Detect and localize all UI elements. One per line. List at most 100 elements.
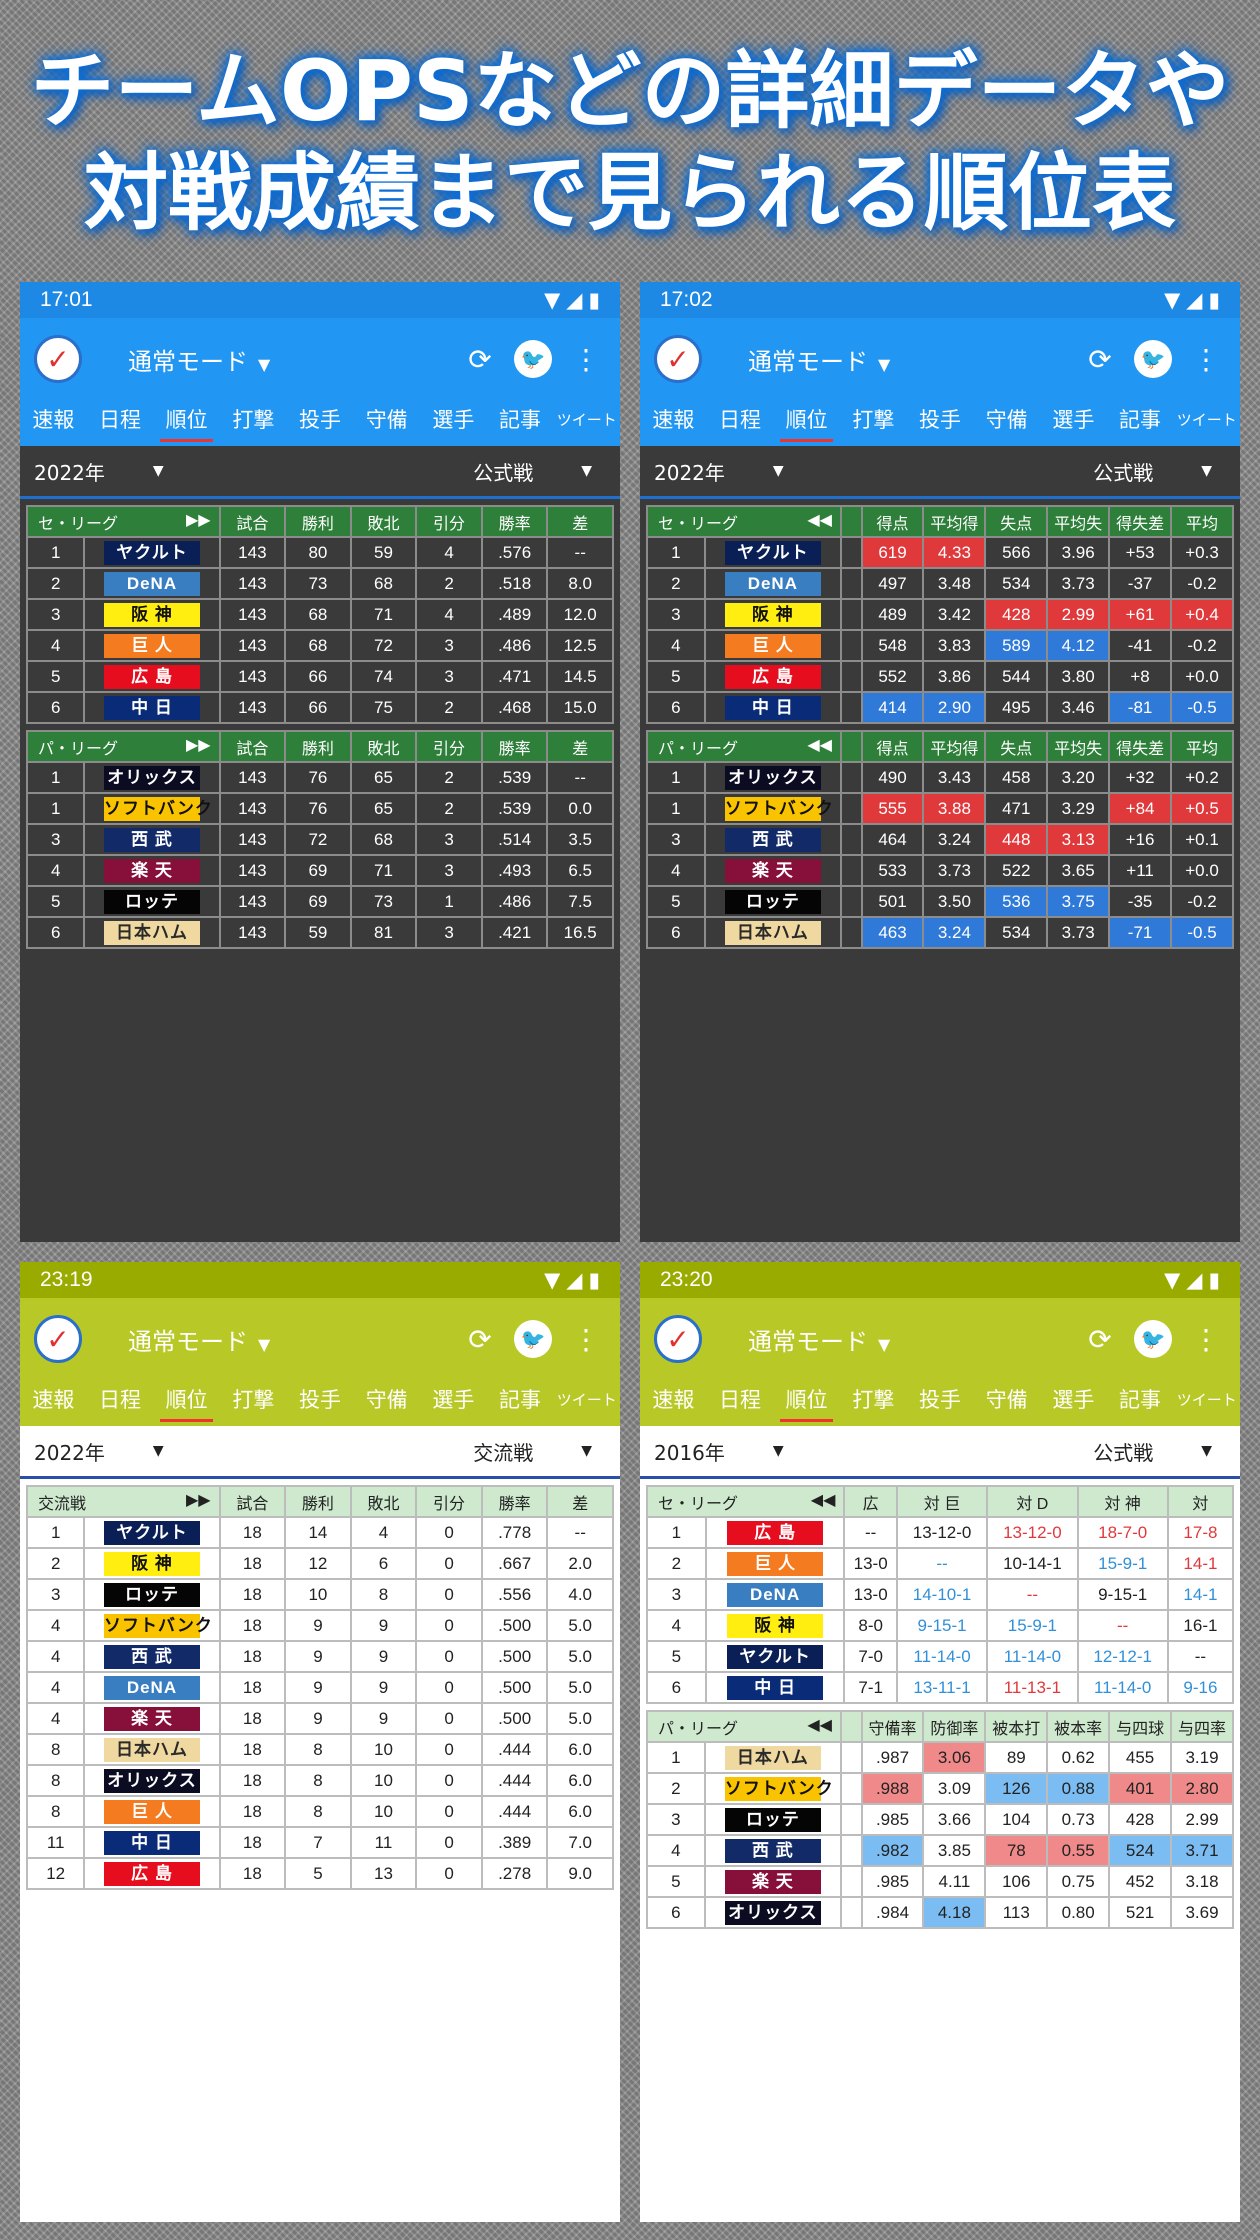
table-row[interactable]: 5 ロッテ 501 3.50 536 3.75 -35 -0.2 bbox=[646, 885, 1234, 918]
column-header[interactable]: 勝率 bbox=[480, 730, 549, 763]
team-cell[interactable]: 日本ハム bbox=[83, 1733, 221, 1766]
scroll-nav-button[interactable]: ◀◀ bbox=[807, 510, 832, 530]
mode-selector[interactable]: 通常モード ▼ bbox=[128, 342, 278, 377]
mode-selector[interactable]: 通常モード ▼ bbox=[748, 1322, 898, 1357]
table-row[interactable]: 5 ヤクルト 7-0 11-14-0 11-14-0 12-12-1 -- bbox=[646, 1640, 1235, 1673]
team-cell[interactable]: 巨 人 bbox=[704, 1547, 846, 1580]
team-cell[interactable]: 楽 天 bbox=[703, 854, 842, 887]
table-row[interactable]: 3 ロッテ .985 3.66 104 0.73 428 2.99 bbox=[646, 1803, 1234, 1836]
team-cell[interactable]: ソフトバンク bbox=[703, 1772, 842, 1805]
table-row[interactable]: 6 中 日 143 66 75 2.468 15.0 bbox=[25, 691, 614, 724]
column-header[interactable]: 平均失 bbox=[1046, 730, 1111, 763]
team-cell[interactable]: DeNA bbox=[83, 567, 221, 600]
team-cell[interactable]: 日本ハム bbox=[703, 916, 842, 949]
table-row[interactable]: 2 DeNA 143 73 68 2.518 8.0 bbox=[25, 567, 614, 600]
column-header[interactable]: 与四率 bbox=[1170, 1710, 1234, 1743]
tab-2[interactable]: 順位 bbox=[153, 1380, 220, 1426]
table-row[interactable]: 2 巨 人 13-0 -- 10-14-1 15-9-1 14-1 bbox=[646, 1547, 1235, 1580]
more-menu-icon[interactable]: ⋮ bbox=[1186, 339, 1226, 379]
column-header[interactable]: 得点 bbox=[860, 505, 925, 538]
tab-5[interactable]: 守備 bbox=[973, 1380, 1040, 1426]
table-row[interactable]: 4 DeNA 18 9 9 0.500 5.0 bbox=[25, 1671, 614, 1704]
scroll-nav-button[interactable]: ◀◀ bbox=[807, 735, 832, 755]
table-row[interactable]: 6 中 日 414 2.90 495 3.46 -81 -0.5 bbox=[646, 691, 1234, 724]
category-select[interactable]: 交流戦 ▼ bbox=[473, 1437, 592, 1466]
table-row[interactable]: 4 西 武 .982 3.85 78 0.55 524 3.71 bbox=[646, 1834, 1234, 1867]
tab-7[interactable]: 記事 bbox=[487, 400, 554, 446]
table-row[interactable]: 6 日本ハム 143 59 81 3.421 16.5 bbox=[25, 916, 614, 949]
more-menu-icon[interactable]: ⋮ bbox=[566, 339, 606, 379]
tab-2[interactable]: 順位 bbox=[773, 400, 840, 446]
team-cell[interactable]: 中 日 bbox=[83, 1826, 221, 1859]
table-row[interactable]: 11 中 日 18 7 11 0.389 7.0 bbox=[25, 1826, 614, 1859]
team-cell[interactable]: DeNA bbox=[703, 567, 842, 600]
tab-8[interactable]: ツイート bbox=[1173, 1380, 1240, 1426]
tab-2[interactable]: 順位 bbox=[153, 400, 220, 446]
tab-4[interactable]: 投手 bbox=[907, 1380, 974, 1426]
table-row[interactable]: 2 阪 神 18 12 6 0.667 2.0 bbox=[25, 1547, 614, 1580]
team-cell[interactable]: ヤクルト bbox=[83, 536, 221, 569]
column-header[interactable]: 対 巨 bbox=[895, 1485, 989, 1518]
column-header[interactable]: 広 bbox=[843, 1485, 898, 1518]
column-header[interactable]: 引分 bbox=[415, 505, 483, 538]
refresh-icon[interactable]: ⟳ bbox=[1080, 1319, 1120, 1359]
team-cell[interactable]: ソフトバンク bbox=[703, 792, 842, 825]
team-cell[interactable]: DeNA bbox=[83, 1671, 221, 1704]
column-header[interactable]: 平均得 bbox=[922, 730, 987, 763]
tab-6[interactable]: 選手 bbox=[420, 1380, 487, 1426]
table-row[interactable]: 1 オリックス 143 76 65 2.539 -- bbox=[25, 761, 614, 794]
team-cell[interactable]: 広 島 bbox=[703, 660, 842, 693]
column-header[interactable]: 勝率 bbox=[480, 1485, 549, 1518]
team-cell[interactable]: 中 日 bbox=[703, 691, 842, 724]
column-header[interactable]: 引分 bbox=[415, 730, 483, 763]
tab-6[interactable]: 選手 bbox=[1040, 1380, 1107, 1426]
table-row[interactable]: 1 ソフトバンク 143 76 65 2.539 0.0 bbox=[25, 792, 614, 825]
table-row[interactable]: 4 楽 天 143 69 71 3.493 6.5 bbox=[25, 854, 614, 887]
team-cell[interactable]: 巨 人 bbox=[83, 1795, 221, 1828]
table-row[interactable]: 5 楽 天 .985 4.11 106 0.75 452 3.18 bbox=[646, 1865, 1234, 1898]
table-row[interactable]: 4西 武 18 9 9 0.500 5.0 bbox=[25, 1640, 614, 1673]
table-row[interactable]: 4 巨 人 548 3.83 589 4.12 -41 -0.2 bbox=[646, 629, 1234, 662]
category-select[interactable]: 公式戦 ▼ bbox=[1093, 457, 1212, 486]
column-header[interactable]: 被本打 bbox=[984, 1710, 1049, 1743]
team-cell[interactable]: 阪 神 bbox=[83, 1547, 221, 1580]
app-logo-icon[interactable]: ✓ bbox=[34, 335, 82, 383]
table-row[interactable]: 6 オリックス .984 4.18 113 0.80 521 3.69 bbox=[646, 1896, 1234, 1929]
team-cell[interactable]: ロッテ bbox=[83, 1578, 221, 1611]
team-cell[interactable]: ヤクルト bbox=[704, 1640, 846, 1673]
column-header[interactable]: 試合 bbox=[218, 505, 287, 538]
refresh-icon[interactable]: ⟳ bbox=[460, 1319, 500, 1359]
team-cell[interactable]: 巨 人 bbox=[703, 629, 842, 662]
tab-3[interactable]: 打撃 bbox=[220, 400, 287, 446]
tab-4[interactable]: 投手 bbox=[287, 1380, 354, 1426]
tab-4[interactable]: 投手 bbox=[907, 400, 974, 446]
table-row[interactable]: 4楽 天 18 9 9 0.500 5.0 bbox=[25, 1702, 614, 1735]
year-select[interactable]: 2016年 ▼ bbox=[654, 1437, 784, 1466]
column-header[interactable]: 試合 bbox=[218, 730, 287, 763]
table-row[interactable]: 1 ヤクルト 18 14 4 0.778 -- bbox=[25, 1516, 614, 1549]
twitter-icon[interactable]: 🐦 bbox=[1134, 1320, 1172, 1358]
table-row[interactable]: 3 西 武 464 3.24 448 3.13 +16 +0.1 bbox=[646, 823, 1234, 856]
team-cell[interactable]: 広 島 bbox=[704, 1516, 846, 1549]
team-cell[interactable]: オリックス bbox=[703, 1896, 842, 1929]
table-row[interactable]: 6 日本ハム 463 3.24 534 3.73 -71 -0.5 bbox=[646, 916, 1234, 949]
table-row[interactable]: 8 オリックス 18 8 10 0.444 6.0 bbox=[25, 1764, 614, 1797]
table-row[interactable]: 1 ヤクルト 619 4.33 566 3.96 +53 +0.3 bbox=[646, 536, 1234, 569]
table-row[interactable]: 2 DeNA 497 3.48 534 3.73 -37 -0.2 bbox=[646, 567, 1234, 600]
team-cell[interactable]: ソフトバンク bbox=[83, 792, 221, 825]
column-header[interactable]: 敗北 bbox=[349, 505, 418, 538]
refresh-icon[interactable]: ⟳ bbox=[460, 339, 500, 379]
team-cell[interactable]: オリックス bbox=[703, 761, 842, 794]
year-select[interactable]: 2022年 ▼ bbox=[654, 457, 784, 486]
team-cell[interactable]: 広 島 bbox=[83, 1857, 221, 1890]
column-header[interactable]: 得失差 bbox=[1108, 730, 1173, 763]
table-row[interactable]: 2 ソフトバンク .988 3.09 126 0.88 401 2.80 bbox=[646, 1772, 1234, 1805]
scroll-nav-button[interactable]: ▶▶ bbox=[186, 735, 211, 755]
team-cell[interactable]: 阪 神 bbox=[704, 1609, 846, 1642]
column-header[interactable]: 勝利 bbox=[284, 730, 352, 763]
team-cell[interactable]: ソフトバンク bbox=[83, 1609, 221, 1642]
team-cell[interactable]: 広 島 bbox=[83, 660, 221, 693]
column-header[interactable]: 対 神 bbox=[1076, 1485, 1169, 1518]
team-cell[interactable]: ロッテ bbox=[703, 885, 842, 918]
column-header[interactable]: 引分 bbox=[415, 1485, 483, 1518]
